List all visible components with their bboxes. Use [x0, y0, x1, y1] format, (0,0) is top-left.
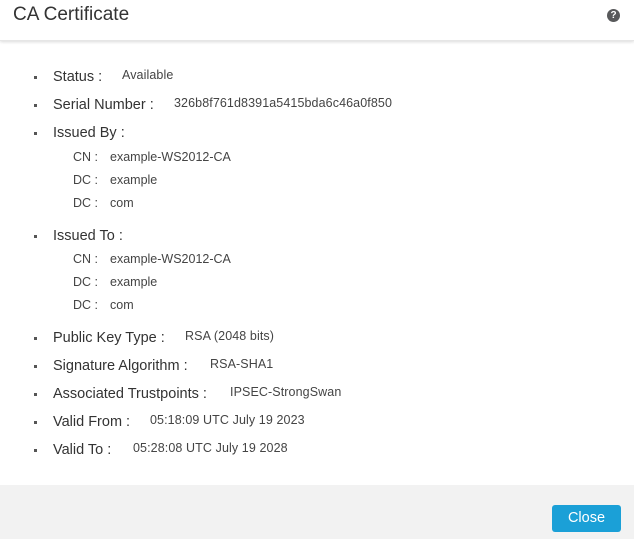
associated-trustpoints-label: Associated Trustpoints : — [53, 386, 207, 402]
issued-to-cn-key: CN : — [73, 252, 98, 266]
issued-to-dc-key: DC : — [73, 298, 98, 312]
issued-by-dc-key: DC : — [73, 173, 98, 187]
bullet-icon — [34, 421, 37, 424]
signature-algorithm-value: RSA-SHA1 — [210, 357, 274, 371]
bullet-icon — [34, 393, 37, 396]
associated-trustpoints-value: IPSEC-StrongSwan — [230, 385, 342, 399]
issued-by-dc-value: com — [110, 196, 134, 210]
issued-by-cn-key: CN : — [73, 150, 98, 164]
issued-by-cn-value: example-WS2012-CA — [110, 150, 231, 164]
issued-by-label: Issued By : — [53, 125, 125, 141]
valid-to-value: 05:28:08 UTC July 19 2028 — [133, 441, 288, 455]
status-label: Status : — [53, 69, 103, 85]
public-key-type-value: RSA (2048 bits) — [185, 329, 275, 343]
bullet-icon — [34, 449, 37, 452]
bullet-icon — [34, 104, 37, 107]
public-key-type-label: Public Key Type : — [53, 330, 165, 346]
issued-to-cn-value: example-WS2012-CA — [110, 252, 231, 266]
issued-to-dc-value: com — [110, 298, 134, 312]
valid-from-label: Valid From : — [53, 414, 131, 430]
valid-to-label: Valid To : — [53, 442, 112, 458]
close-button[interactable]: Close — [552, 505, 621, 532]
serial-number-value: 326b8f761d8391a5415bda6c46a0f850 — [174, 96, 393, 110]
issued-by-dc-value: example — [110, 173, 158, 187]
bullet-icon — [34, 337, 37, 340]
issued-to-dc-key: DC : — [73, 275, 98, 289]
serial-number-label: Serial Number : — [53, 97, 154, 113]
issued-to-label: Issued To : — [53, 228, 123, 244]
bullet-icon — [34, 76, 37, 79]
bullet-icon — [34, 365, 37, 368]
dialog-footer: Close — [0, 485, 634, 539]
issued-to-dc-value: example — [110, 275, 158, 289]
dialog-header: CA Certificate ? — [0, 0, 634, 41]
bullet-icon — [34, 235, 37, 238]
status-value: Available — [122, 68, 174, 82]
valid-from-value: 05:18:09 UTC July 19 2023 — [150, 413, 305, 427]
bullet-icon — [34, 132, 37, 135]
help-icon[interactable]: ? — [607, 9, 620, 22]
issued-by-dc-key: DC : — [73, 196, 98, 210]
signature-algorithm-label: Signature Algorithm : — [53, 358, 188, 374]
dialog-title: CA Certificate — [13, 4, 130, 25]
